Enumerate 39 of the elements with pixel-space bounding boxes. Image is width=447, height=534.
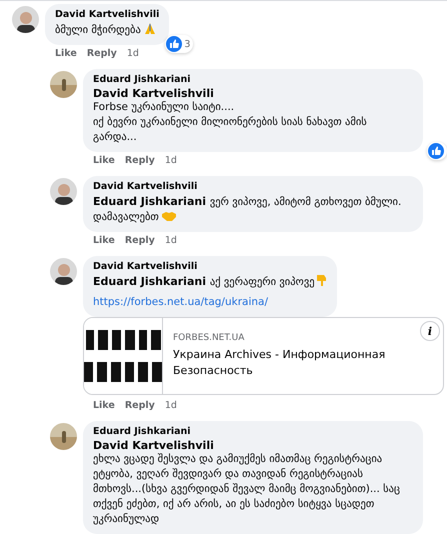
link-preview-card[interactable]: FORBES.NET.UA Украина Archives - Информационная Безопасность i (83, 317, 444, 395)
reply-link[interactable]: Reply (124, 235, 155, 246)
reply-link[interactable]: Reply (124, 400, 155, 411)
mention[interactable]: David Kartvelishvili (93, 439, 413, 452)
reaction-badge[interactable] (427, 142, 447, 160)
comment-text: Forbse უკრაინული საიტი.... იქ ბევრი უკრაინელი მილიონერების სიას ნახავთ ამის გარდა... (93, 100, 368, 145)
reply-link[interactable]: Reply (86, 48, 117, 59)
avatar[interactable] (50, 178, 77, 205)
author-name[interactable]: Eduard Jishkariani (93, 74, 413, 85)
reaction-count: 3 (184, 38, 190, 50)
author-name[interactable]: David Kartvelishvili (93, 261, 327, 272)
timestamp[interactable]: 1d (164, 155, 177, 166)
like-link[interactable]: Like (93, 400, 115, 411)
author-name[interactable]: Eduard Jishkariani (93, 426, 413, 437)
author-name[interactable]: David Kartvelishvili (55, 9, 160, 20)
timestamp[interactable]: 1d (126, 48, 139, 59)
link-domain: FORBES.NET.UA (173, 333, 246, 343)
mention[interactable]: David Kartvelishvili (93, 87, 413, 100)
comment-text: Eduard Jishkariani აქ ვერაფერი ვიპოვე (93, 274, 327, 290)
comment-text: ეხლა ვცადე შესვლა და გამიუქმეს იმათმაც რეგისტრაცია ეტყობა, ვეღარ შევდივარ და თავიდან რეგისტრაციას მთხოვს...(სხვა გვერდიდან შევალ მაიმც მოგვიანებით)... საც თქვენ ეძებთ, იქ არ არის, აი ეს საძიებო სიტყვა სცადეთ უკრაინულად (93, 452, 401, 527)
avatar[interactable] (12, 6, 39, 33)
like-link[interactable]: Like (93, 155, 115, 166)
comment-text: ბმული მჭირდება (55, 22, 160, 38)
avatar[interactable] (50, 258, 77, 285)
link[interactable]: https://forbes.net.ua/tag/ukraina/ (93, 294, 268, 310)
link-title[interactable]: Украина Archives - Информационная Безопасность (173, 347, 433, 379)
comment-text: Eduard Jishkariani ვერ ვიპოვე, ამიტომ გთხოვეთ ბმული. დამავალებთ (93, 194, 402, 225)
reply-link[interactable]: Reply (124, 155, 155, 166)
avatar[interactable] (50, 423, 77, 450)
info-button[interactable]: i (420, 321, 440, 341)
author-name[interactable]: David Kartvelishvili (93, 181, 413, 192)
timestamp[interactable]: 1d (164, 400, 177, 411)
like-link[interactable]: Like (93, 235, 115, 246)
reaction-badge[interactable]: 3 (165, 35, 194, 53)
like-icon (428, 143, 444, 159)
like-link[interactable]: Like (55, 48, 77, 59)
timestamp[interactable]: 1d (164, 235, 177, 246)
like-icon (166, 36, 182, 52)
avatar[interactable] (50, 71, 77, 98)
